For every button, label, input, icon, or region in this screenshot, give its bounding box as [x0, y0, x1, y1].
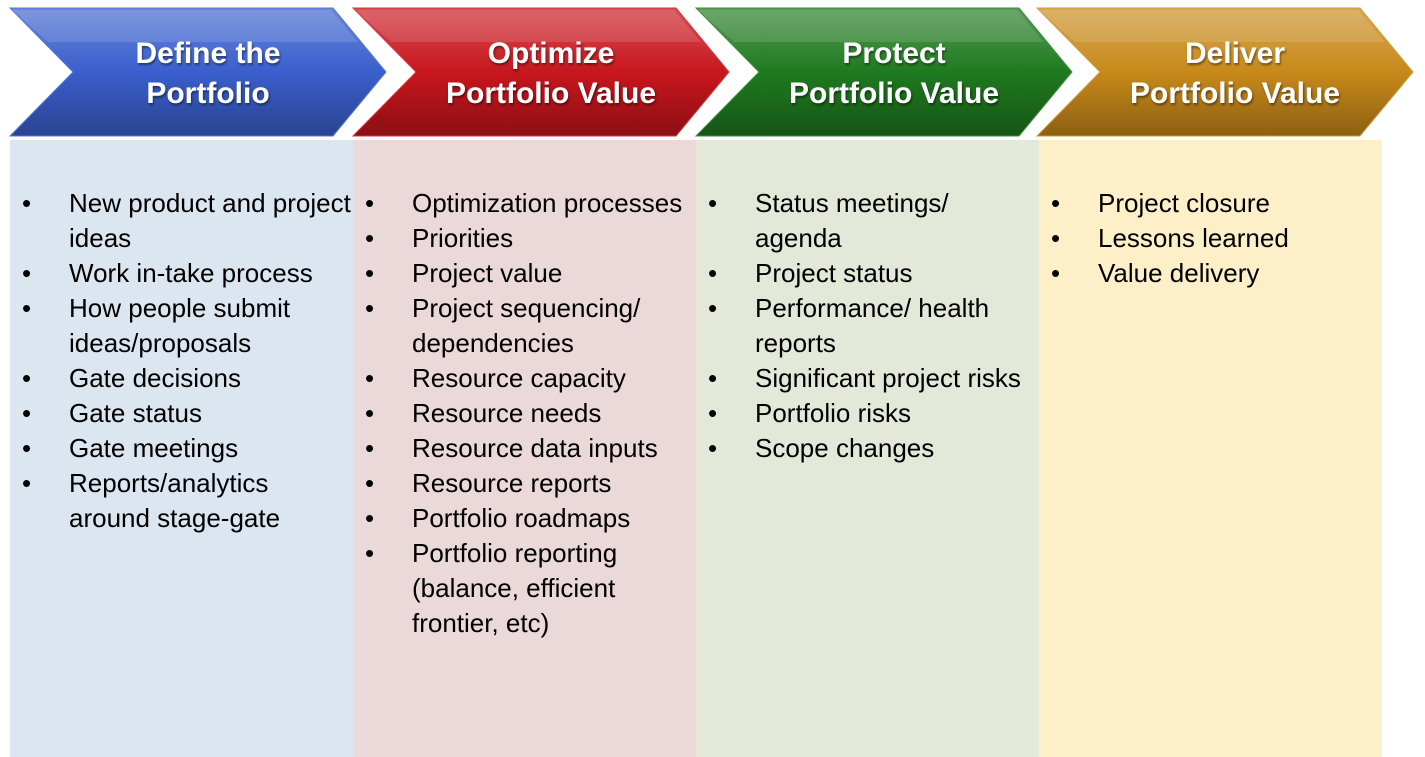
chevron-deliver: Deliver Portfolio Value: [1035, 6, 1415, 138]
stage-title: Protect Portfolio Value: [754, 34, 1034, 114]
list-item: Gate meetings: [10, 431, 353, 466]
list-item: Project value: [353, 256, 696, 291]
title-line: Portfolio Value: [1129, 77, 1341, 110]
list-item: Gate decisions: [10, 361, 353, 396]
list-item: How people submit ideas/proposals: [10, 291, 353, 361]
list-item: Project status: [696, 256, 1039, 291]
item-list: Project closureLessons learnedValue deli…: [1039, 186, 1382, 291]
chevron-optimize: Optimize Portfolio Value: [351, 6, 731, 138]
item-list: New product and project ideasWork in-tak…: [10, 186, 353, 536]
list-item: Optimization processes: [353, 186, 696, 221]
stage-column-protect: Status meetings/ agendaProject statusPer…: [696, 140, 1039, 757]
stage-column-deliver: Project closureLessons learnedValue deli…: [1039, 140, 1382, 757]
title-line: Portfolio: [146, 77, 270, 110]
list-item: Resource needs: [353, 396, 696, 431]
stage-title: Optimize Portfolio Value: [411, 34, 691, 114]
list-item: Portfolio reporting (balance, efficient …: [353, 536, 696, 641]
list-item: Project closure: [1039, 186, 1382, 221]
title-line: Protect: [842, 37, 946, 70]
item-list: Optimization processesPrioritiesProject …: [353, 186, 696, 641]
list-item: Lessons learned: [1039, 221, 1382, 256]
list-item: Portfolio roadmaps: [353, 501, 696, 536]
list-item: Status meetings/ agenda: [696, 186, 1039, 256]
list-item: Resource data inputs: [353, 431, 696, 466]
chevron-protect: Protect Portfolio Value: [694, 6, 1074, 138]
chevron-define: Define the Portfolio: [8, 6, 388, 138]
stage-title: Deliver Portfolio Value: [1095, 34, 1375, 114]
list-item: Performance/ health reports: [696, 291, 1039, 361]
title-line: Define the: [135, 37, 281, 70]
list-item: Scope changes: [696, 431, 1039, 466]
item-list: Status meetings/ agendaProject statusPer…: [696, 186, 1039, 466]
title-line: Optimize: [487, 37, 615, 70]
list-item: Work in-take process: [10, 256, 353, 291]
title-line: Deliver: [1184, 37, 1286, 70]
list-item: Value delivery: [1039, 256, 1382, 291]
stage-column-define: New product and project ideasWork in-tak…: [10, 140, 353, 757]
title-line: Portfolio Value: [445, 77, 657, 110]
list-item: Reports/analytics around stage-gate: [10, 466, 353, 536]
list-item: Gate status: [10, 396, 353, 431]
list-item: Project sequencing/ dependencies: [353, 291, 696, 361]
list-item: Priorities: [353, 221, 696, 256]
list-item: Significant project risks: [696, 361, 1039, 396]
stage-column-optimize: Optimization processesPrioritiesProject …: [353, 140, 696, 757]
list-item: Resource capacity: [353, 361, 696, 396]
title-line: Portfolio Value: [788, 77, 1000, 110]
list-item: New product and project ideas: [10, 186, 353, 256]
stage-title: Define the Portfolio: [68, 34, 348, 114]
list-item: Portfolio risks: [696, 396, 1039, 431]
list-item: Resource reports: [353, 466, 696, 501]
